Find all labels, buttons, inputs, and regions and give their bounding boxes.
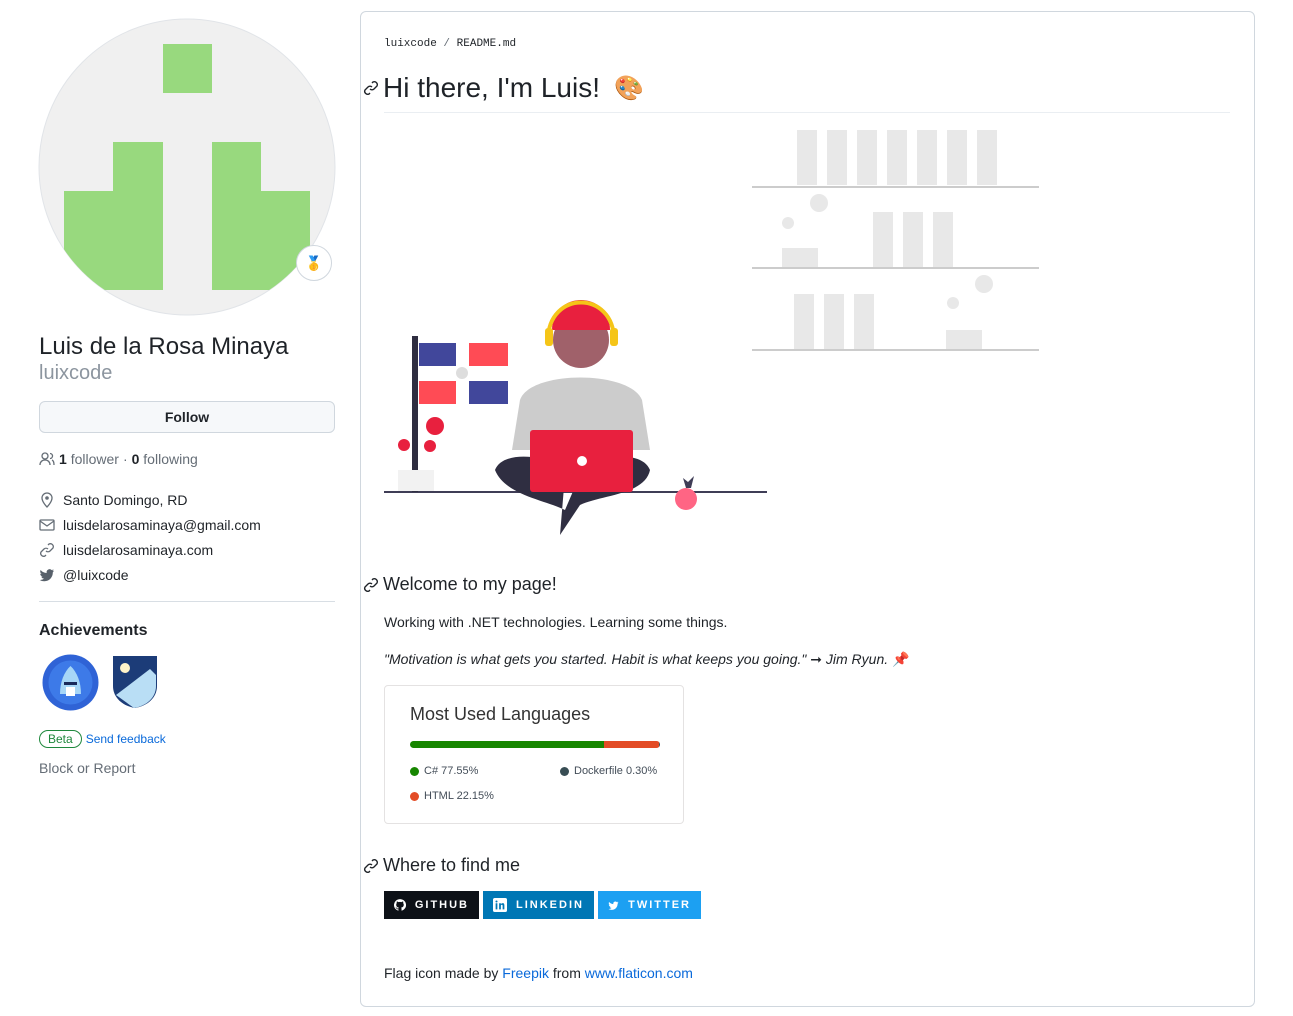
website-link[interactable]: luisdelarosaminaya.com [39,542,213,558]
twitter-icon [39,569,54,582]
github-icon [394,899,406,911]
medal-icon[interactable]: 🥇 [296,245,332,281]
avatar[interactable] [38,18,336,316]
palette-emoji: 🎨 [613,74,644,102]
credit-text: Flag icon made by Freepik from www.flati… [384,965,693,981]
breadcrumb-user[interactable]: luixcode [384,38,437,50]
find-me-heading: Where to find me [363,855,520,876]
divider [384,112,1230,113]
profile-name: Luis de la Rosa Minaya [39,333,289,360]
linkedin-icon [493,898,507,912]
language-csharp: C# 77.55% [410,765,478,777]
languages-bar-segment-csharp [410,741,604,748]
twitter-link[interactable]: @luixcode [39,567,129,583]
flaticon-link[interactable]: www.flaticon.com [585,965,693,981]
followers-link[interactable]: 1 follower [59,451,119,467]
twitter-icon [608,901,619,910]
achievements-heading: Achievements [39,622,148,639]
language-dockerfile: Dockerfile 0.30% [560,765,657,777]
readme-title: Hi there, I'm Luis! 🎨 [363,72,644,104]
anchor-link-icon[interactable] [363,858,379,874]
language-html: HTML 22.15% [410,790,494,802]
anchor-link-icon[interactable] [363,577,379,593]
github-badge[interactable]: GITHUB [384,891,479,919]
twitter-badge[interactable]: TWITTER [598,891,701,919]
email-link[interactable]: luisdelarosaminaya@gmail.com [39,517,261,533]
follow-button[interactable]: Follow [39,401,335,433]
pushpin-emoji: 📌 [892,651,910,667]
link-icon [40,543,54,557]
achievement-arctic-badge[interactable] [112,655,158,709]
send-feedback-link[interactable]: Send feedback [86,732,166,746]
languages-bar-segment-html [603,741,660,748]
languages-bar [410,741,660,748]
following-link[interactable]: 0 following [132,451,198,467]
intro-text: Working with .NET technologies. Learning… [384,614,728,630]
followers-summary: 1 follower · 0 following [39,451,198,467]
achievement-shark-badge[interactable] [42,654,99,711]
block-report-link[interactable]: Block or Report [39,760,135,776]
welcome-heading: Welcome to my page! [363,574,557,595]
linkedin-badge[interactable]: LINKEDIN [483,891,594,919]
languages-title: Most Used Languages [410,704,591,724]
beta-feedback: Beta Send feedback [39,730,166,748]
divider [39,601,335,602]
beta-label: Beta [39,730,82,748]
location-icon [41,492,53,508]
people-icon [39,452,55,466]
mail-icon [39,519,55,531]
quote: "Motivation is what gets you started. Ha… [384,651,910,667]
location: Santo Domingo, RD [39,492,188,508]
developer-illustration [384,130,1039,535]
anchor-link-icon[interactable] [363,80,379,96]
languages-bar-segment-dockerfile [659,741,660,748]
breadcrumb: luixcode / README.md [384,38,517,50]
profile-login: luixcode [39,362,113,384]
most-used-languages-card: Most Used Languages C# 77.55% Dockerfile… [384,685,684,824]
freepik-link[interactable]: Freepik [502,965,549,981]
